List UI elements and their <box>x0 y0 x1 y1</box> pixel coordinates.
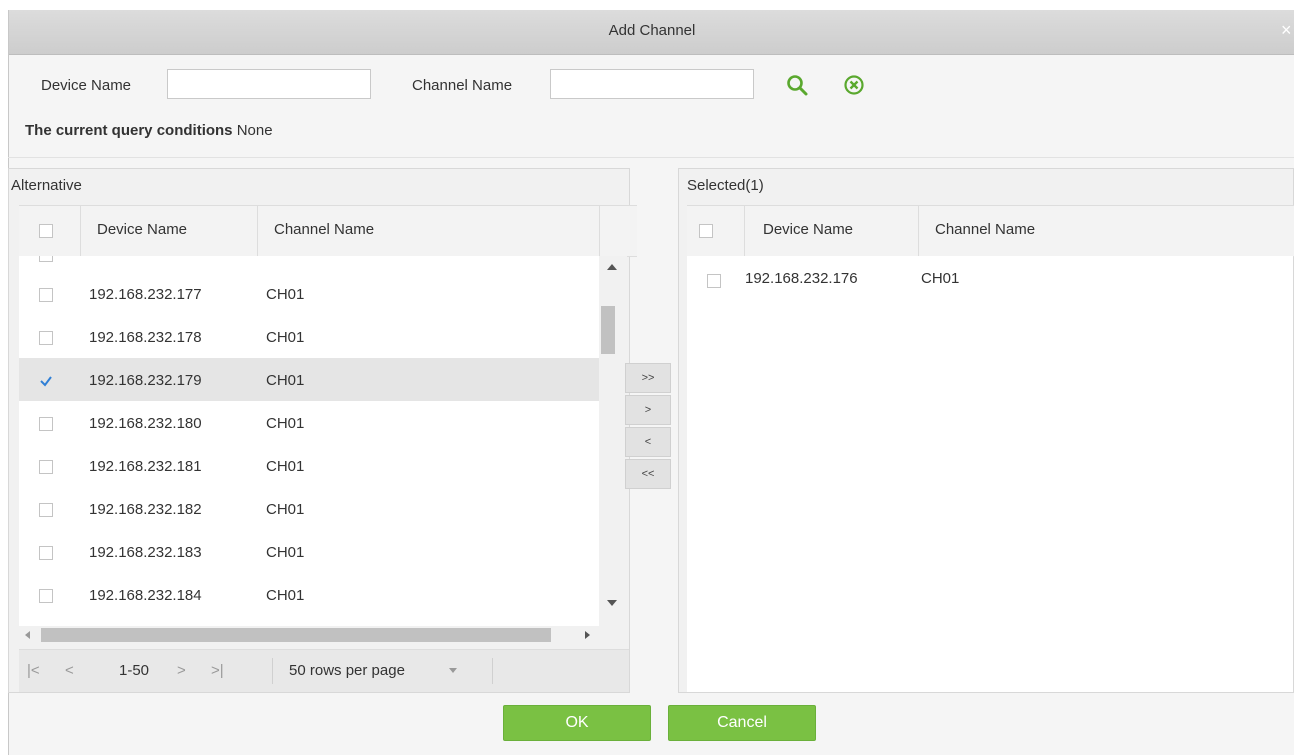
horizontal-scrollbar[interactable] <box>19 626 599 644</box>
device-name-cell: 192.168.232.181 <box>89 458 202 475</box>
header-device-name[interactable]: Device Name <box>81 206 258 256</box>
row-checkbox[interactable] <box>39 331 53 345</box>
divider <box>8 157 1294 158</box>
table-row[interactable]: 192.168.232.180 CH01 <box>19 401 599 444</box>
row-checkbox[interactable] <box>39 460 53 474</box>
last-page-button[interactable]: >| <box>211 662 224 679</box>
selected-title: Selected(1) <box>687 177 764 194</box>
rows-per-page-select[interactable]: 50 rows per page <box>289 662 405 679</box>
move-all-left-button[interactable]: << <box>625 459 671 489</box>
channel-name-label: Channel Name <box>412 77 513 94</box>
top-strip <box>0 0 1294 10</box>
device-name-cell: 192.168.232.183 <box>89 544 202 561</box>
selected-panel: Selected(1) Device Name Channel Name 192… <box>678 168 1294 693</box>
alternative-title: Alternative <box>11 177 82 194</box>
row-checkbox[interactable] <box>707 274 721 288</box>
search-bar: Device Name Channel Name <box>9 55 1294 111</box>
pager-divider <box>272 658 273 684</box>
hscroll-thumb[interactable] <box>41 628 551 642</box>
alternative-panel: Alternative Device Name Channel Name 192… <box>8 168 637 693</box>
table-row[interactable]: 192.168.232.177 CH01 <box>19 272 599 315</box>
chevron-down-icon[interactable] <box>449 668 457 673</box>
channel-name-cell: CH01 <box>921 270 960 287</box>
table-row <box>19 256 599 264</box>
move-right-button[interactable]: > <box>625 395 671 425</box>
device-name-cell: 192.168.232.179 <box>89 372 202 389</box>
select-all-checkbox[interactable] <box>699 224 713 238</box>
next-page-button[interactable]: > <box>177 662 186 679</box>
scroll-left-icon[interactable] <box>25 631 30 639</box>
check-icon <box>40 376 52 387</box>
scroll-thumb[interactable] <box>601 306 615 354</box>
row-checkbox[interactable] <box>39 589 53 603</box>
row-checkbox[interactable] <box>39 417 53 431</box>
device-name-cell: 192.168.232.176 <box>745 270 858 287</box>
search-icon[interactable] <box>785 73 809 97</box>
scroll-down-icon[interactable] <box>607 600 617 606</box>
table-row[interactable]: 192.168.232.183 CH01 <box>19 530 599 573</box>
close-icon[interactable]: × <box>1281 20 1294 40</box>
channel-name-cell: CH01 <box>266 329 305 346</box>
row-checkbox[interactable] <box>39 288 53 302</box>
selected-header: Device Name Channel Name <box>687 205 1294 257</box>
checked-checkbox[interactable] <box>39 374 53 388</box>
device-name-label: Device Name <box>41 77 132 94</box>
header-device-name[interactable]: Device Name <box>745 206 919 256</box>
device-name-cell: 192.168.232.177 <box>89 286 202 303</box>
cancel-button[interactable]: Cancel <box>668 705 816 741</box>
scroll-right-icon[interactable] <box>585 631 590 639</box>
channel-name-cell: CH01 <box>266 286 305 303</box>
move-all-right-button[interactable]: >> <box>625 363 671 393</box>
device-name-cell: 192.168.232.178 <box>89 329 202 346</box>
dialog-title: Add Channel <box>608 22 696 39</box>
prev-page-button[interactable]: < <box>65 662 74 679</box>
selected-rows: 192.168.232.176 CH01 <box>687 256 1293 692</box>
channel-name-cell: CH01 <box>266 415 305 432</box>
pager-divider <box>492 658 493 684</box>
header-select-all[interactable] <box>687 206 745 256</box>
channel-name-cell: CH01 <box>266 544 305 561</box>
row-checkbox[interactable] <box>39 503 53 517</box>
move-left-button[interactable]: < <box>625 427 671 457</box>
dialog-titlebar[interactable]: Add Channel × <box>9 10 1294 55</box>
scroll-up-icon[interactable] <box>607 264 617 270</box>
table-row[interactable]: 192.168.232.181 CH01 <box>19 444 599 487</box>
device-name-cell: 192.168.232.184 <box>89 587 202 604</box>
device-name-cell: 192.168.232.180 <box>89 415 202 432</box>
channel-name-cell: CH01 <box>266 501 305 518</box>
device-name-input[interactable] <box>167 69 371 99</box>
row-checkbox[interactable] <box>39 256 53 262</box>
table-row[interactable]: 192.168.232.184 CH01 <box>19 573 599 616</box>
page-range: 1-50 <box>119 662 150 679</box>
header-channel-name[interactable]: Channel Name <box>258 206 600 256</box>
channel-name-input[interactable] <box>550 69 754 99</box>
table-row[interactable]: 192.168.232.179 CH01 <box>19 358 599 401</box>
header-channel-name[interactable]: Channel Name <box>919 206 1294 256</box>
device-name-cell: 192.168.232.182 <box>89 501 202 518</box>
table-row[interactable]: 192.168.232.182 CH01 <box>19 487 599 530</box>
clear-icon[interactable] <box>842 73 866 97</box>
channel-name-cell: CH01 <box>266 587 305 604</box>
query-conditions-value: None <box>236 122 273 139</box>
alternative-header: Device Name Channel Name <box>19 205 637 257</box>
select-all-checkbox[interactable] <box>39 224 53 238</box>
pagination: |< < 1-50 > >| 50 rows per page <box>19 649 629 692</box>
alternative-rows: 192.168.232.177 CH01 192.168.232.178 CH01 19… <box>19 256 599 626</box>
query-conditions-label: The current query conditions <box>25 122 233 139</box>
header-select-all[interactable] <box>19 206 81 256</box>
first-page-button[interactable]: |< <box>27 662 40 679</box>
query-conditions: The current query conditions None <box>25 122 273 139</box>
channel-name-cell: CH01 <box>266 458 305 475</box>
table-row[interactable]: 192.168.232.176 CH01 <box>687 256 1293 299</box>
channel-name-cell: CH01 <box>266 372 305 389</box>
vertical-scrollbar[interactable] <box>599 256 627 626</box>
ok-button[interactable]: OK <box>503 705 651 741</box>
table-row[interactable]: 192.168.232.178 CH01 <box>19 315 599 358</box>
row-checkbox[interactable] <box>39 546 53 560</box>
